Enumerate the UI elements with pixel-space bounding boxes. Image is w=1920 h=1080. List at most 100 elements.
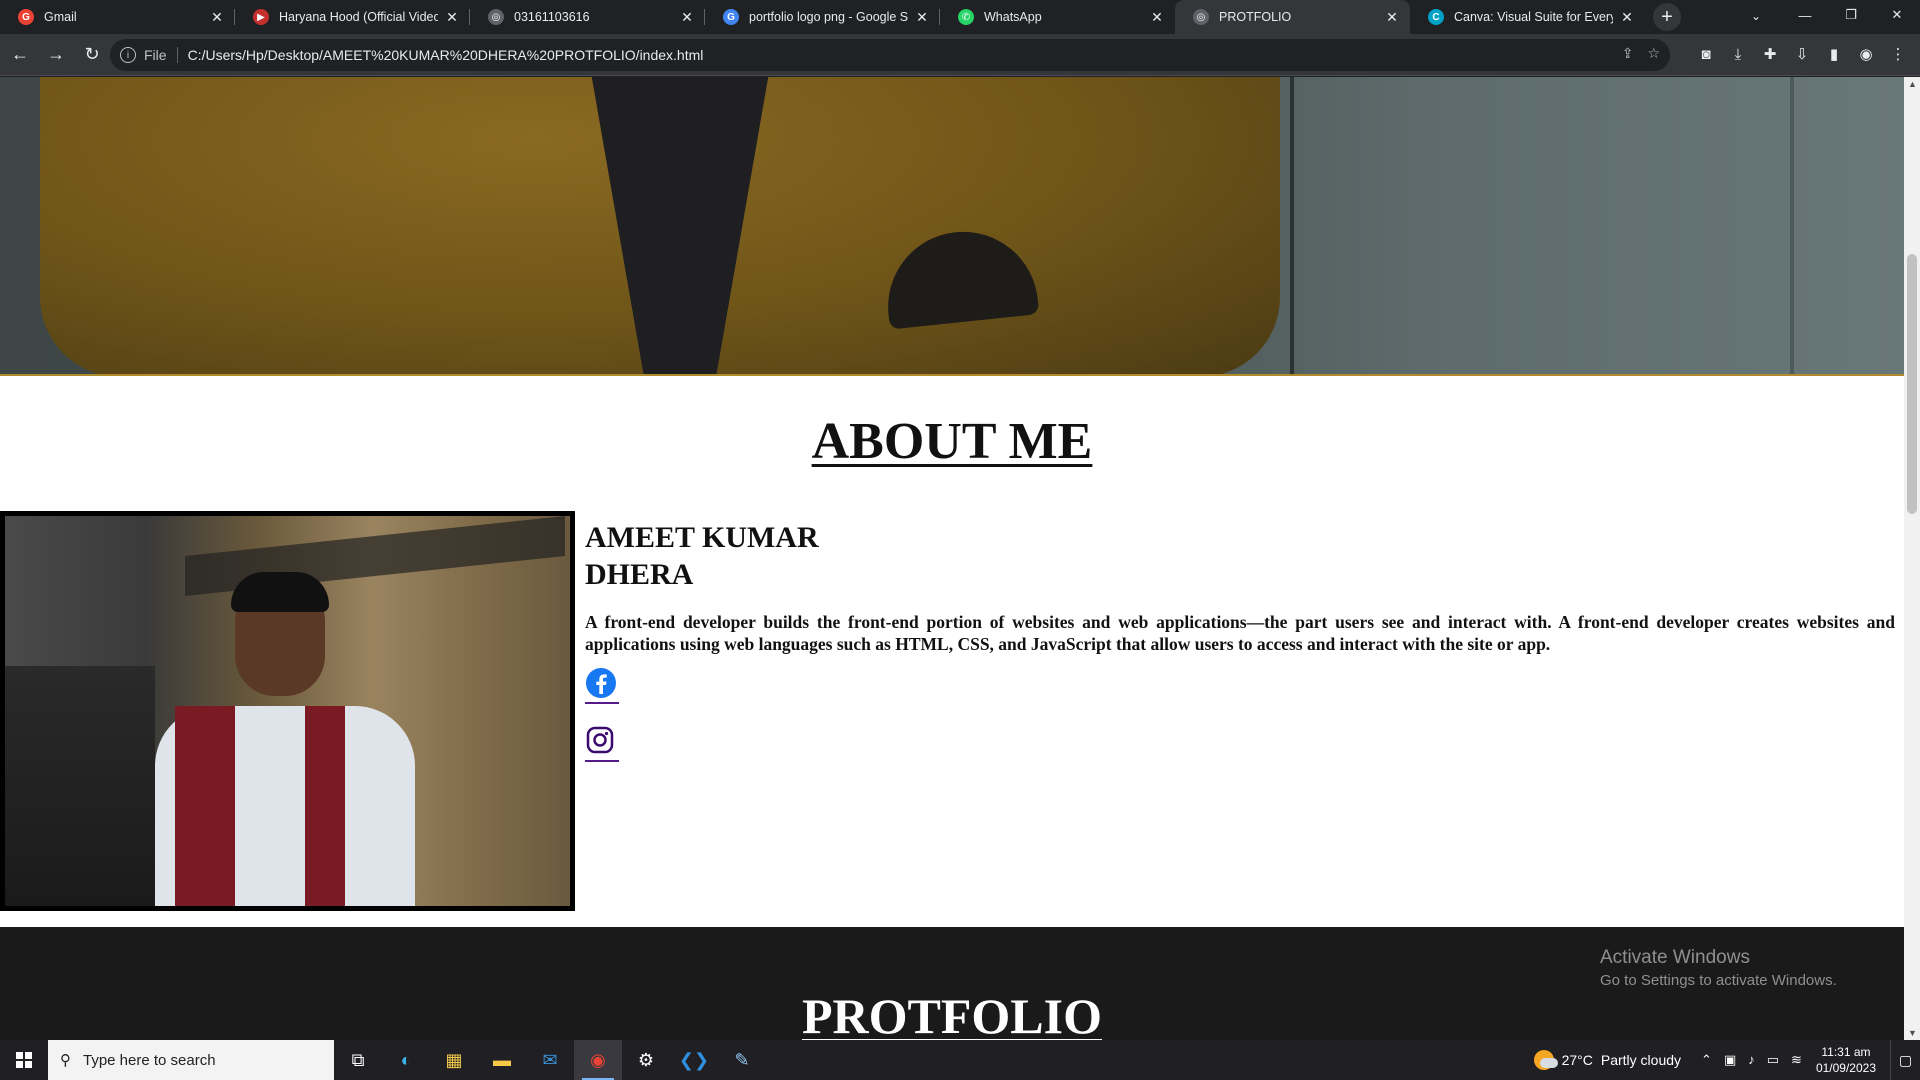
menu-kebab-icon[interactable]: ⋮ <box>1888 42 1908 66</box>
search-icon: ⚲ <box>60 1052 71 1069</box>
tab-title: Canva: Visual Suite for Everyone <box>1454 10 1613 24</box>
windows-logo-icon <box>16 1052 32 1068</box>
close-icon[interactable]: ✕ <box>1619 9 1635 25</box>
canva-icon: C <box>1428 9 1444 25</box>
omnibox-actions: ⇪ ☆ <box>1622 45 1660 62</box>
scroll-up-icon[interactable]: ▲ <box>1908 79 1917 89</box>
tab-youtube[interactable]: ▶ Haryana Hood (Official Video) || ✕ <box>235 0 470 34</box>
notepad-icon[interactable]: ✎ <box>718 1040 766 1080</box>
globe-icon: ◎ <box>488 9 504 25</box>
tray-icons: ⌃ ▣ ♪ ▭ ≋ <box>1701 1052 1802 1068</box>
address-bar[interactable]: i File C:/Users/Hp/Desktop/AMEET%20KUMAR… <box>110 39 1670 71</box>
hero-edge <box>0 374 1904 376</box>
photo-shelf <box>5 666 155 906</box>
profile-photo <box>5 516 570 906</box>
volume-icon[interactable]: ♪ <box>1748 1052 1755 1068</box>
instagram-icon <box>585 725 619 759</box>
camera-icon[interactable]: ◙ <box>1696 42 1716 66</box>
scrollbar-thumb[interactable] <box>1907 254 1917 514</box>
divider <box>176 47 178 63</box>
close-icon[interactable]: ✕ <box>1149 9 1165 25</box>
page-scrollbar[interactable]: ▲ ▼ <box>1904 77 1920 1040</box>
watermark-title: Activate Windows <box>1600 947 1750 968</box>
partly-cloudy-icon <box>1533 1050 1558 1070</box>
about-content: AMEET KUMAR DHERA A front-end developer … <box>585 511 1895 767</box>
hero-wall-line <box>1290 77 1294 376</box>
new-tab-button[interactable]: + <box>1653 3 1681 31</box>
taskbar-search[interactable]: ⚲ Type here to search <box>48 1040 334 1080</box>
photo-person <box>155 572 415 906</box>
minimize-icon[interactable]: — <box>1782 0 1828 30</box>
chevron-down-icon[interactable]: ⌄ <box>1742 4 1770 28</box>
settings-icon[interactable]: ⚙ <box>622 1040 670 1080</box>
tab-google-search[interactable]: G portfolio logo png - Google Sea ✕ <box>705 0 940 34</box>
browser-toolbar: ← → ↻ i File C:/Users/Hp/Desktop/AMEET%2… <box>0 34 1920 76</box>
close-icon[interactable]: ✕ <box>914 9 930 25</box>
file-explorer-icon[interactable]: ▬ <box>478 1040 526 1080</box>
photo-stole <box>305 706 345 906</box>
reload-icon[interactable]: ↻ <box>76 39 108 71</box>
extensions-puzzle-icon[interactable]: ✚ <box>1760 42 1780 66</box>
taskbar-search-placeholder: Type here to search <box>83 1051 216 1069</box>
tab-whatsapp[interactable]: ✆ WhatsApp ✕ <box>940 0 1175 34</box>
activate-windows-watermark: Activate Windows Go to Settings to activ… <box>1600 947 1837 989</box>
close-icon[interactable]: ✕ <box>209 9 225 25</box>
info-icon[interactable]: i <box>120 47 136 63</box>
tab-strip: G Gmail ✕ ▶ Haryana Hood (Official Video… <box>0 0 1920 34</box>
mail-icon[interactable]: ✉ <box>526 1040 574 1080</box>
clock-date: 01/09/2023 <box>1815 1061 1876 1075</box>
hero-image <box>0 77 1904 376</box>
google-icon: G <box>18 9 34 25</box>
windows-taskbar: ⚲ Type here to search ⧉ ◐ ▦ ▬ ✉ ◉ ⚙ ❮❯ ✎… <box>0 1040 1920 1080</box>
profile-avatar-icon[interactable]: ◉ <box>1856 42 1876 66</box>
portfolio-section: PROTFOLIO Activate Windows Go to Setting… <box>0 927 1904 1040</box>
close-window-icon[interactable]: ✕ <box>1874 0 1920 30</box>
vscode-icon[interactable]: ❮❯ <box>670 1040 718 1080</box>
chrome-icon[interactable]: ◉ <box>574 1040 622 1080</box>
chevron-up-icon[interactable]: ⌃ <box>1701 1052 1712 1068</box>
tab-protfolio[interactable]: ◎ PROTFOLIO ✕ <box>1175 0 1410 34</box>
forward-icon[interactable]: → <box>40 39 72 71</box>
network-icon[interactable]: ▣ <box>1724 1052 1736 1068</box>
side-panel-icon[interactable]: ▮ <box>1824 42 1844 66</box>
battery-icon[interactable]: ▭ <box>1767 1052 1779 1068</box>
tab-gmail[interactable]: G Gmail ✕ <box>0 0 235 34</box>
wifi-icon[interactable]: ≋ <box>1791 1052 1802 1068</box>
system-tray: 27°C Partly cloudy ⌃ ▣ ♪ ▭ ≋ 11:31 am 01… <box>1533 1040 1920 1080</box>
restore-icon[interactable]: ❐ <box>1828 0 1874 30</box>
instagram-link[interactable] <box>585 719 619 762</box>
window-controls: — ❐ ✕ <box>1782 0 1920 30</box>
close-icon[interactable]: ✕ <box>444 9 460 25</box>
facebook-icon <box>585 667 619 701</box>
scheme-label: File <box>144 47 167 63</box>
url-text[interactable]: C:/Users/Hp/Desktop/AMEET%20KUMAR%20DHER… <box>188 47 704 63</box>
edge-icon[interactable]: ◐ <box>382 1040 430 1080</box>
taskbar-clock[interactable]: 11:31 am 01/09/2023 <box>1816 1044 1876 1076</box>
facebook-link[interactable] <box>585 661 619 704</box>
scroll-down-icon[interactable]: ▼ <box>1908 1028 1917 1038</box>
name-line-1: AMEET KUMAR <box>585 521 819 554</box>
tab-canva[interactable]: C Canva: Visual Suite for Everyone ✕ <box>1410 0 1645 34</box>
tab-phone[interactable]: ◎ 03161103616 ✕ <box>470 0 705 34</box>
tab-title: portfolio logo png - Google Sea <box>749 10 908 24</box>
back-icon[interactable]: ← <box>4 39 36 71</box>
close-icon[interactable]: ✕ <box>1384 9 1400 25</box>
name-line-2: DHERA <box>585 558 694 591</box>
bookmark-star-icon[interactable]: ☆ <box>1647 45 1660 62</box>
portfolio-heading: PROTFOLIO <box>801 988 1103 1040</box>
notification-icon[interactable]: ▢ <box>1890 1040 1920 1080</box>
store-icon[interactable]: ▦ <box>430 1040 478 1080</box>
start-button[interactable] <box>0 1040 48 1080</box>
photo-hair <box>231 572 329 612</box>
page-viewport[interactable]: ABOUT ME AMEET KUMAR DHERA A front-end d… <box>0 77 1904 1040</box>
globe-icon: ◎ <box>1193 9 1209 25</box>
share-icon[interactable]: ⇪ <box>1622 45 1634 62</box>
download-icon[interactable]: ⤓ <box>1728 42 1748 66</box>
tab-title: Haryana Hood (Official Video) || <box>279 10 438 24</box>
weather-temp: 27°C <box>1561 1052 1593 1068</box>
close-icon[interactable]: ✕ <box>679 9 695 25</box>
weather-widget[interactable]: 27°C Partly cloudy <box>1533 1050 1681 1070</box>
tab-title: 03161103616 <box>514 10 590 24</box>
downloads-icon[interactable]: ⇩ <box>1792 42 1812 66</box>
task-view-icon[interactable]: ⧉ <box>334 1040 382 1080</box>
